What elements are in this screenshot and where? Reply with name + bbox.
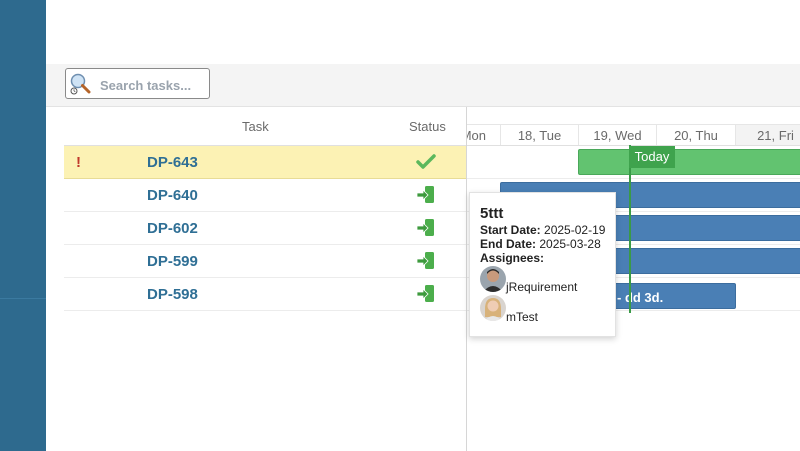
day-header: 19, Wed xyxy=(578,125,656,145)
column-header-status[interactable]: Status xyxy=(409,119,446,134)
task-tooltip: 5ttt Start Date: 2025-02-19 End Date: 20… xyxy=(469,192,616,337)
task-bar[interactable] xyxy=(578,149,800,175)
avatar xyxy=(480,266,506,292)
task-grid: Task Status ! DP-643 DP-640 DP-602 DP-59… xyxy=(64,107,466,451)
tooltip-end-date: End Date: 2025-03-28 xyxy=(480,237,601,251)
move-in-icon xyxy=(416,284,436,304)
move-in-icon xyxy=(416,185,436,205)
table-row[interactable]: DP-602 xyxy=(64,212,466,245)
table-row[interactable]: DP-598 xyxy=(64,278,466,311)
move-in-icon xyxy=(416,218,436,238)
tooltip-start-date: Start Date: 2025-02-19 xyxy=(480,223,605,237)
table-row[interactable]: DP-640 xyxy=(64,179,466,212)
day-header: 20, Thu xyxy=(656,125,735,145)
day-header: 18, Tue xyxy=(500,125,578,145)
side-rail-divider xyxy=(0,298,46,299)
tooltip-assignees-label: Assignees: xyxy=(480,251,545,265)
today-marker-line xyxy=(629,145,631,313)
tooltip-assignees-heading: Assignees: xyxy=(480,251,544,265)
timeline-header: Mon 18, Tue 19, Wed 20, Thu 21, Fri xyxy=(467,125,800,146)
tooltip-title: 5ttt xyxy=(480,205,504,222)
assignee-name: jRequirement xyxy=(506,280,578,294)
task-id-link[interactable]: DP-599 xyxy=(147,253,198,270)
avatar xyxy=(480,295,506,321)
day-header: Mon xyxy=(467,125,500,145)
task-id-link[interactable]: DP-643 xyxy=(147,154,198,171)
move-in-icon xyxy=(416,251,436,271)
check-icon xyxy=(416,152,436,172)
task-id-link[interactable]: DP-602 xyxy=(147,220,198,237)
tooltip-start-label: Start Date: xyxy=(480,223,541,237)
search-icon xyxy=(69,72,91,96)
table-row[interactable]: ! DP-643 xyxy=(64,146,466,179)
day-header: 21, Fri xyxy=(735,125,800,145)
tooltip-end-value: 2025-03-28 xyxy=(539,237,601,251)
priority-flag-icon: ! xyxy=(76,154,81,171)
tooltip-start-value: 2025-02-19 xyxy=(544,223,606,237)
task-id-link[interactable]: DP-640 xyxy=(147,187,198,204)
grid-header: Task Status xyxy=(64,107,466,146)
task-id-link[interactable]: DP-598 xyxy=(147,286,198,303)
search-placeholder: Search tasks... xyxy=(100,78,192,93)
table-row[interactable]: DP-599 xyxy=(64,245,466,278)
task-bar-label: - dd 3d. xyxy=(617,290,664,305)
today-marker-label: Today xyxy=(629,146,675,168)
assignee-name: mTest xyxy=(506,310,539,324)
tooltip-end-label: End Date: xyxy=(480,237,537,251)
search-input[interactable]: Search tasks... xyxy=(65,68,210,99)
column-header-task[interactable]: Task xyxy=(242,119,269,134)
side-rail xyxy=(0,0,46,451)
toolbar: Search tasks... xyxy=(46,64,800,107)
